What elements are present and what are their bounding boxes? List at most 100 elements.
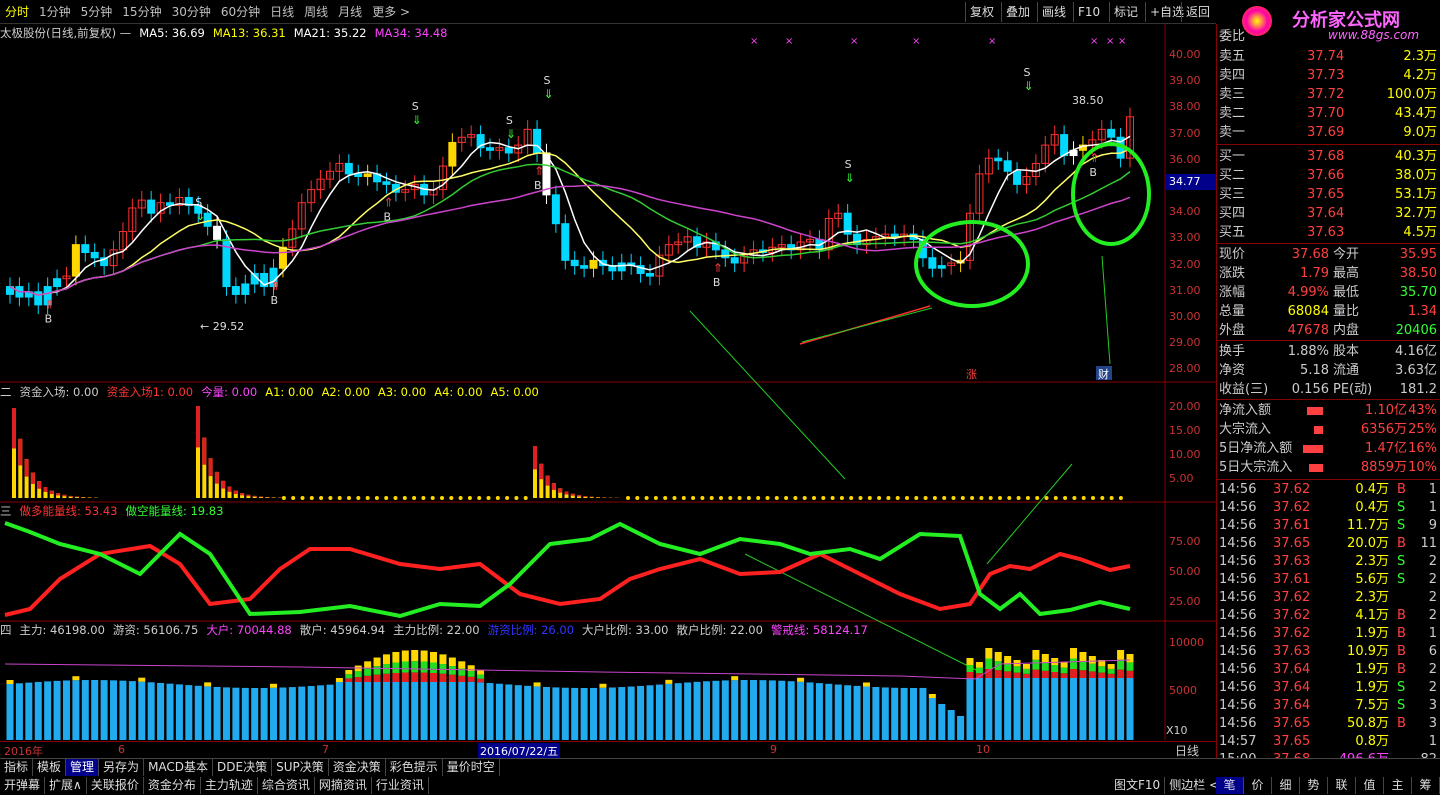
tab-period-8[interactable]: 月线 (333, 1, 367, 23)
volume-bar-yellow (599, 683, 607, 688)
volume-bar-red (467, 676, 475, 682)
fund-bar-top (533, 446, 537, 470)
volume-bar (401, 682, 409, 740)
toolbar-button-3[interactable]: F10 (1073, 2, 1104, 22)
bid-price: 37.68 (1307, 149, 1345, 164)
flow-value: 6356万 (1360, 422, 1407, 437)
candle-body (589, 259, 598, 269)
tick-row: 14:56 37.63 10.9万 B 6 (1217, 643, 1440, 661)
volume-bar (693, 681, 701, 740)
tick-volume: 1.9万 (1355, 680, 1389, 695)
stat-value: 1.79 (1300, 266, 1329, 281)
side-tab-5[interactable]: 值 (1356, 777, 1384, 794)
date-tick: 6 (118, 743, 125, 756)
volume-bar (326, 684, 334, 740)
date-tick: 7 (322, 743, 329, 756)
bottom-tab2-1[interactable]: 扩展∧ (45, 777, 87, 794)
tab-period-2[interactable]: 5分钟 (76, 1, 118, 23)
stat-label: 最低 (1333, 285, 1360, 300)
side-tab-4[interactable]: 联 (1328, 777, 1356, 794)
bottom-tab-8[interactable]: 彩色提示 (386, 759, 443, 776)
bottom-tab-6[interactable]: SUP决策 (272, 759, 329, 776)
bottom-tab2-0[interactable]: 开弹幕 (0, 777, 46, 794)
bottom-tab-4[interactable]: MACD基本 (144, 759, 214, 776)
volume-bar (505, 684, 513, 740)
toolbar-button-0[interactable]: 复权 (965, 2, 998, 22)
toolbar-button-6[interactable]: 返回 (1181, 2, 1214, 22)
price-tick: 37.00 (1169, 126, 1201, 140)
volume-bar-green (994, 661, 1002, 671)
volume-bar (514, 685, 522, 740)
tick-time: 14:56 (1219, 572, 1257, 587)
ask-row: 卖四 37.73 4.2万 (1217, 67, 1440, 85)
toolbar-button-1[interactable]: 叠加 (1001, 2, 1034, 22)
book-divider (1217, 144, 1440, 145)
bottom-tab-2[interactable]: 管理 (66, 759, 100, 776)
side-tab-0[interactable]: 笔 (1216, 777, 1244, 794)
volume-bar-green (364, 668, 372, 676)
stat-value: 35.70 (1399, 285, 1437, 300)
side-tab-3[interactable]: 势 (1300, 777, 1328, 794)
fund-bar-top (214, 471, 219, 484)
bottom-tab-9[interactable]: 量价时空 (443, 759, 500, 776)
fund-bar-top (43, 486, 48, 492)
tick-volume: 20.0万 (1347, 536, 1389, 551)
tick-row: 14:56 37.62 0.4万 S 1 (1217, 499, 1440, 517)
tab-period-1[interactable]: 1分钟 (34, 1, 76, 23)
buy-marker: B (1089, 166, 1097, 179)
volume-bar (110, 680, 118, 740)
bottom-tab2-3[interactable]: 资金分布 (144, 777, 201, 794)
side-tab-6[interactable]: 主 (1384, 777, 1412, 794)
volume-bar (1126, 678, 1134, 740)
candle-body (231, 286, 240, 295)
bottom-tab-1[interactable]: 模板 (33, 759, 67, 776)
bottom-tab-5[interactable]: DDE决策 (213, 759, 273, 776)
bottom-tab-0[interactable]: 指标 (0, 759, 34, 776)
volume-bar (618, 687, 626, 740)
tick-row: 14:57 37.65 0.8万 1 (1217, 733, 1440, 751)
bottom-tab2-6[interactable]: 网摘资讯 (315, 777, 372, 794)
flow-label: 5日大宗流入 (1219, 460, 1293, 475)
bottom-tab-3[interactable]: 另存为 (99, 759, 145, 776)
fund-bar-top (49, 490, 54, 495)
flow-label: 大宗流入 (1219, 422, 1272, 437)
volume-bar (731, 680, 739, 740)
tab-period-9[interactable]: 更多 > (367, 1, 415, 23)
tab-period-5[interactable]: 60分钟 (216, 1, 265, 23)
tab-period-0[interactable]: 分时 (0, 1, 34, 23)
bid-price: 37.65 (1307, 187, 1345, 202)
fund-dot (700, 496, 705, 500)
zoom-label: X10 (1166, 724, 1188, 737)
side-tab-7[interactable]: 筹 (1412, 777, 1440, 794)
stat2-row: 换手 1.88% 股本 4.16亿 (1217, 343, 1440, 361)
tab-period-4[interactable]: 30分钟 (167, 1, 216, 23)
tab-period-7[interactable]: 周线 (299, 1, 333, 23)
toolbar-button-4[interactable]: 标记 (1109, 2, 1142, 22)
fund-dot (774, 496, 779, 500)
candle-body (81, 244, 90, 253)
volume-bar (222, 687, 230, 740)
tick-volume: 0.8万 (1355, 734, 1389, 749)
bottom-tab2-2[interactable]: 关联报价 (87, 777, 144, 794)
tick-volume: 10.9万 (1347, 644, 1389, 659)
price-tick: 31.00 (1169, 283, 1201, 297)
volume-bar (1060, 678, 1068, 740)
stat-label: 换手 (1219, 344, 1246, 359)
fund-bar-top (202, 437, 207, 465)
bottom-tab-7[interactable]: 资金决策 (329, 759, 386, 776)
bottom-tab2-5[interactable]: 综合资讯 (258, 777, 315, 794)
tab-period-3[interactable]: 15分钟 (117, 1, 166, 23)
stat-value: 20406 (1395, 323, 1437, 338)
volume-bar (787, 681, 795, 740)
bottom-tab2-4[interactable]: 主力轨迹 (201, 777, 258, 794)
tick-count: 2 (1428, 554, 1437, 569)
side-tab-1[interactable]: 价 (1244, 777, 1272, 794)
volume-bar-green (1088, 663, 1096, 672)
tab-period-6[interactable]: 日线 (265, 1, 299, 23)
volume-bar-red (439, 673, 447, 682)
bottom-tab2-7[interactable]: 行业资讯 (372, 777, 429, 794)
side-tab-2[interactable]: 细 (1272, 777, 1300, 794)
volume-bar-red (1117, 669, 1125, 678)
bottom-right-0[interactable]: 图文F10 (1110, 777, 1166, 794)
toolbar-button-2[interactable]: 画线 (1037, 2, 1070, 22)
